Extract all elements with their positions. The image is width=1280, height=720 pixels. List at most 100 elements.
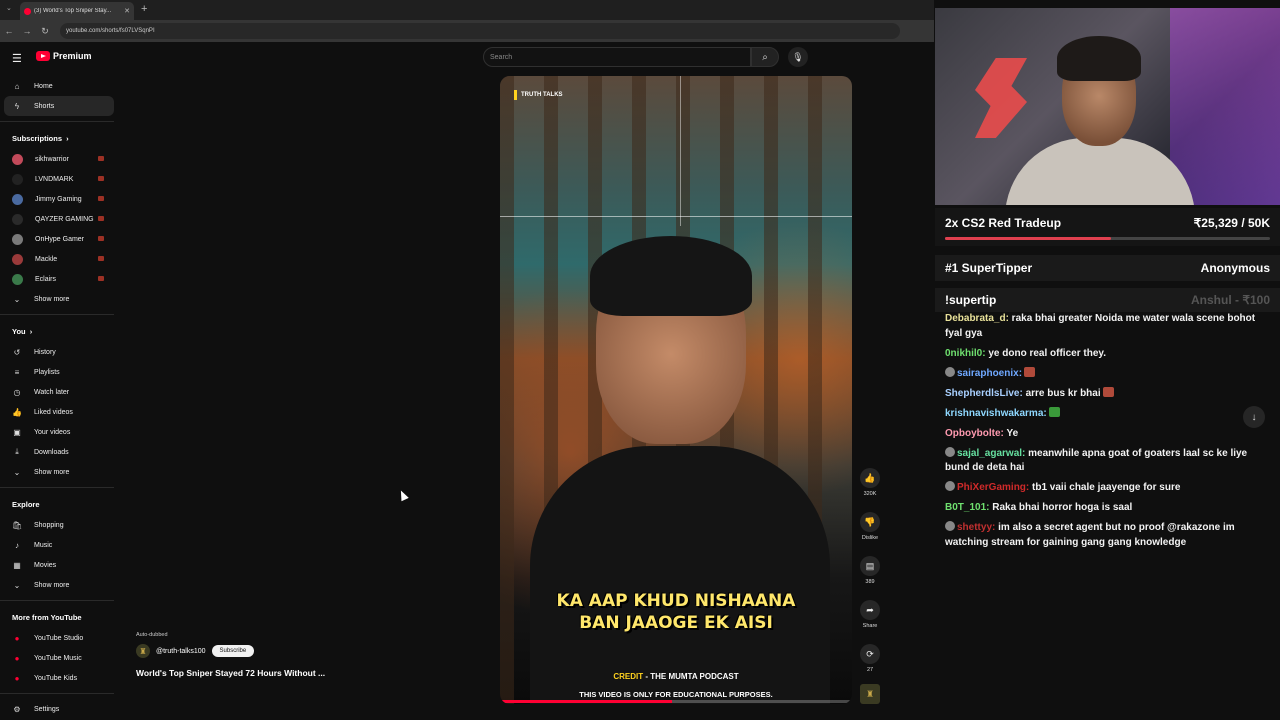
- sidebar-item-subscription[interactable]: Mackle: [0, 249, 118, 269]
- sidebar-item-shopping[interactable]: 🛍 Shopping: [0, 515, 118, 535]
- chat-username[interactable]: Opboybolte:: [945, 428, 1004, 439]
- sidebar-item-liked-videos[interactable]: 👍 Liked videos: [0, 402, 118, 422]
- sidebar-item-label: Movies: [34, 561, 57, 569]
- sidebar-item-history[interactable]: ↺ History: [0, 342, 118, 362]
- chat-text: tb1 vaii chale jaayenge for sure: [1029, 482, 1181, 493]
- new-tab-icon[interactable]: +: [141, 3, 147, 15]
- close-tab-icon[interactable]: ✕: [124, 7, 130, 15]
- chat-username[interactable]: sajal_agarwal:: [957, 448, 1025, 459]
- tab-search-icon[interactable]: ⌄: [6, 4, 12, 12]
- divider: [0, 314, 114, 315]
- chat-username[interactable]: B0T_101:: [945, 502, 989, 513]
- chat-username[interactable]: shettyy:: [957, 522, 995, 533]
- sidebar-item-label: History: [34, 348, 56, 356]
- sidebar-item-shorts[interactable]: ϟ Shorts: [4, 96, 114, 116]
- brand-label: Premium: [53, 51, 92, 61]
- chat-emote-icon: [1102, 386, 1114, 397]
- comments-button[interactable]: ▤ 389: [860, 556, 880, 585]
- youtube-logo[interactable]: Premium: [36, 51, 92, 61]
- sidebar-item-label: Jimmy Gaming: [35, 195, 82, 203]
- show-more-label: Show more: [34, 295, 70, 303]
- subscribe-button[interactable]: Subscribe: [211, 645, 255, 657]
- browser-tab[interactable]: (3) World's Top Sniper Stay... ✕: [20, 2, 134, 20]
- more-list: ● YouTube Studio ● YouTube Music ● YouTube Ki…: [0, 628, 118, 688]
- chat-username[interactable]: sairaphoenix:: [957, 368, 1022, 379]
- goal-value: ₹25,329 / 50K: [1193, 216, 1270, 230]
- channel-avatar: [12, 273, 23, 285]
- subscriptions-heading[interactable]: Subscriptions ›: [0, 127, 118, 149]
- sidebar-item-subscription[interactable]: Jimmy Gaming: [0, 189, 118, 209]
- youtube-header: ☰ Premium Search ⌕ 🎙: [0, 42, 934, 72]
- sidebar-item-label: Playlists: [34, 368, 60, 376]
- sidebar-item-downloads[interactable]: ⤓ Downloads: [0, 442, 118, 462]
- voice-search-button[interactable]: 🎙: [788, 47, 808, 67]
- speaker-body: [530, 446, 830, 704]
- chat-username[interactable]: ShepherdlsLive:: [945, 388, 1023, 399]
- show-more-you[interactable]: ⌄ Show more: [0, 462, 118, 482]
- chat-message: PhiXerGaming: tb1 vaii chale jaayenge fo…: [945, 481, 1265, 496]
- sidebar-item-settings[interactable]: ⚙ Settings: [0, 699, 118, 719]
- you-heading[interactable]: You ›: [0, 320, 118, 342]
- show-more-subscriptions[interactable]: ⌄ Show more: [0, 289, 118, 309]
- you-list: ↺ History ≡ Playlists ◷ Watch later 👍 Liked vid…: [0, 342, 118, 462]
- url-field[interactable]: youtube.com/shorts/fs07LVSqnPI: [60, 23, 900, 39]
- sidebar-item-subscription[interactable]: LVNDMARK: [0, 169, 118, 189]
- short-video-player[interactable]: TRUTH TALKS KA AAP KHUD NISHAANA BAN JAA…: [500, 76, 852, 704]
- sidebar-item-label: QAYZER GAMING: [35, 215, 94, 223]
- sidebar-item-label: sikhwarrior: [35, 155, 69, 163]
- youtube-page: ☰ Premium Search ⌕ 🎙 ⌂ Home ϟ Shorts Subsc…: [0, 42, 934, 720]
- watermark-text: TRUTH TALKS: [521, 92, 563, 98]
- channel-avatar[interactable]: ♜: [136, 644, 150, 658]
- search-input[interactable]: Search: [483, 47, 751, 67]
- sidebar-item-home[interactable]: ⌂ Home: [0, 76, 118, 96]
- sidebar-item-youtube-app[interactable]: ● YouTube Music: [0, 648, 118, 668]
- chat-text: arre bus kr bhai: [1022, 387, 1101, 399]
- menu-icon[interactable]: ☰: [12, 52, 22, 65]
- reload-icon[interactable]: ↻: [36, 26, 54, 37]
- ambient-light: [1170, 8, 1280, 205]
- sidebar-item-movies[interactable]: ▦ Movies: [0, 555, 118, 575]
- remix-button[interactable]: ⟳ 27: [860, 644, 880, 673]
- chat-username[interactable]: Debabrata_d:: [945, 313, 1009, 324]
- chat-username[interactable]: 0nikhil0:: [945, 348, 986, 359]
- search-button[interactable]: ⌕: [751, 47, 779, 67]
- back-icon[interactable]: ←: [0, 26, 18, 36]
- sidebar-item-playlists[interactable]: ≡ Playlists: [0, 362, 118, 382]
- channel-name[interactable]: @truth-talks100: [156, 648, 206, 655]
- sidebar-item-subscription[interactable]: OnHype Gamer: [0, 229, 118, 249]
- scroll-down-button[interactable]: ↓: [1243, 406, 1265, 428]
- channel-avatar: [12, 153, 23, 165]
- dislike-button[interactable]: 👎 Dislike: [860, 512, 880, 541]
- forward-icon[interactable]: →: [18, 26, 36, 36]
- youtube-favicon-icon: [24, 7, 31, 15]
- music-icon: ♪: [15, 540, 19, 550]
- video-title[interactable]: World's Top Sniper Stayed 72 Hours Witho…: [136, 668, 456, 678]
- sidebar-item-youtube-app[interactable]: ● YouTube Studio: [0, 628, 118, 648]
- thumbs-down-icon: 👎: [864, 516, 876, 527]
- video-progress-bar[interactable]: [500, 700, 852, 703]
- sidebar-item-subscription[interactable]: sikhwarrior: [0, 149, 118, 169]
- auto-dubbed-label: Auto-dubbed: [136, 632, 168, 638]
- live-chat: Debabrata_d: raka bhai greater Noida me …: [945, 312, 1265, 556]
- chat-username[interactable]: PhiXerGaming:: [957, 482, 1029, 493]
- sidebar-item-your-videos[interactable]: ▣ Your videos: [0, 422, 118, 442]
- sidebar-item-subscription[interactable]: Eclairs: [0, 269, 118, 289]
- sidebar-item-subscription[interactable]: QAYZER GAMING: [0, 209, 118, 229]
- chat-username[interactable]: krishnavishwakarma:: [945, 408, 1047, 419]
- sidebar-item-music[interactable]: ♪ Music: [0, 535, 118, 555]
- youtube-app-icon: ●: [14, 633, 20, 643]
- show-more-explore[interactable]: ⌄ Show more: [0, 575, 118, 595]
- your-videos-icon: ▣: [13, 427, 21, 437]
- sidebar-item-watch-later[interactable]: ◷ Watch later: [0, 382, 118, 402]
- mic-icon: 🎙: [792, 51, 804, 62]
- sound-thumbnail[interactable]: ♜: [860, 684, 880, 704]
- live-indicator-icon: [98, 176, 104, 181]
- share-button[interactable]: ➦ Share: [860, 600, 880, 629]
- youtube-play-icon: [36, 51, 50, 61]
- like-button[interactable]: 👍 320K: [860, 468, 880, 497]
- channel-avatar: [12, 173, 23, 185]
- subscriptions-list: sikhwarrior LVNDMARK Jimmy Gaming QAYZER GA…: [0, 149, 118, 289]
- screen: ⌄ (3) World's Top Sniper Stay... ✕ + ← →…: [0, 0, 1280, 720]
- sidebar-item-label: YouTube Kids: [34, 674, 78, 682]
- sidebar-item-youtube-app[interactable]: ● YouTube Kids: [0, 668, 118, 688]
